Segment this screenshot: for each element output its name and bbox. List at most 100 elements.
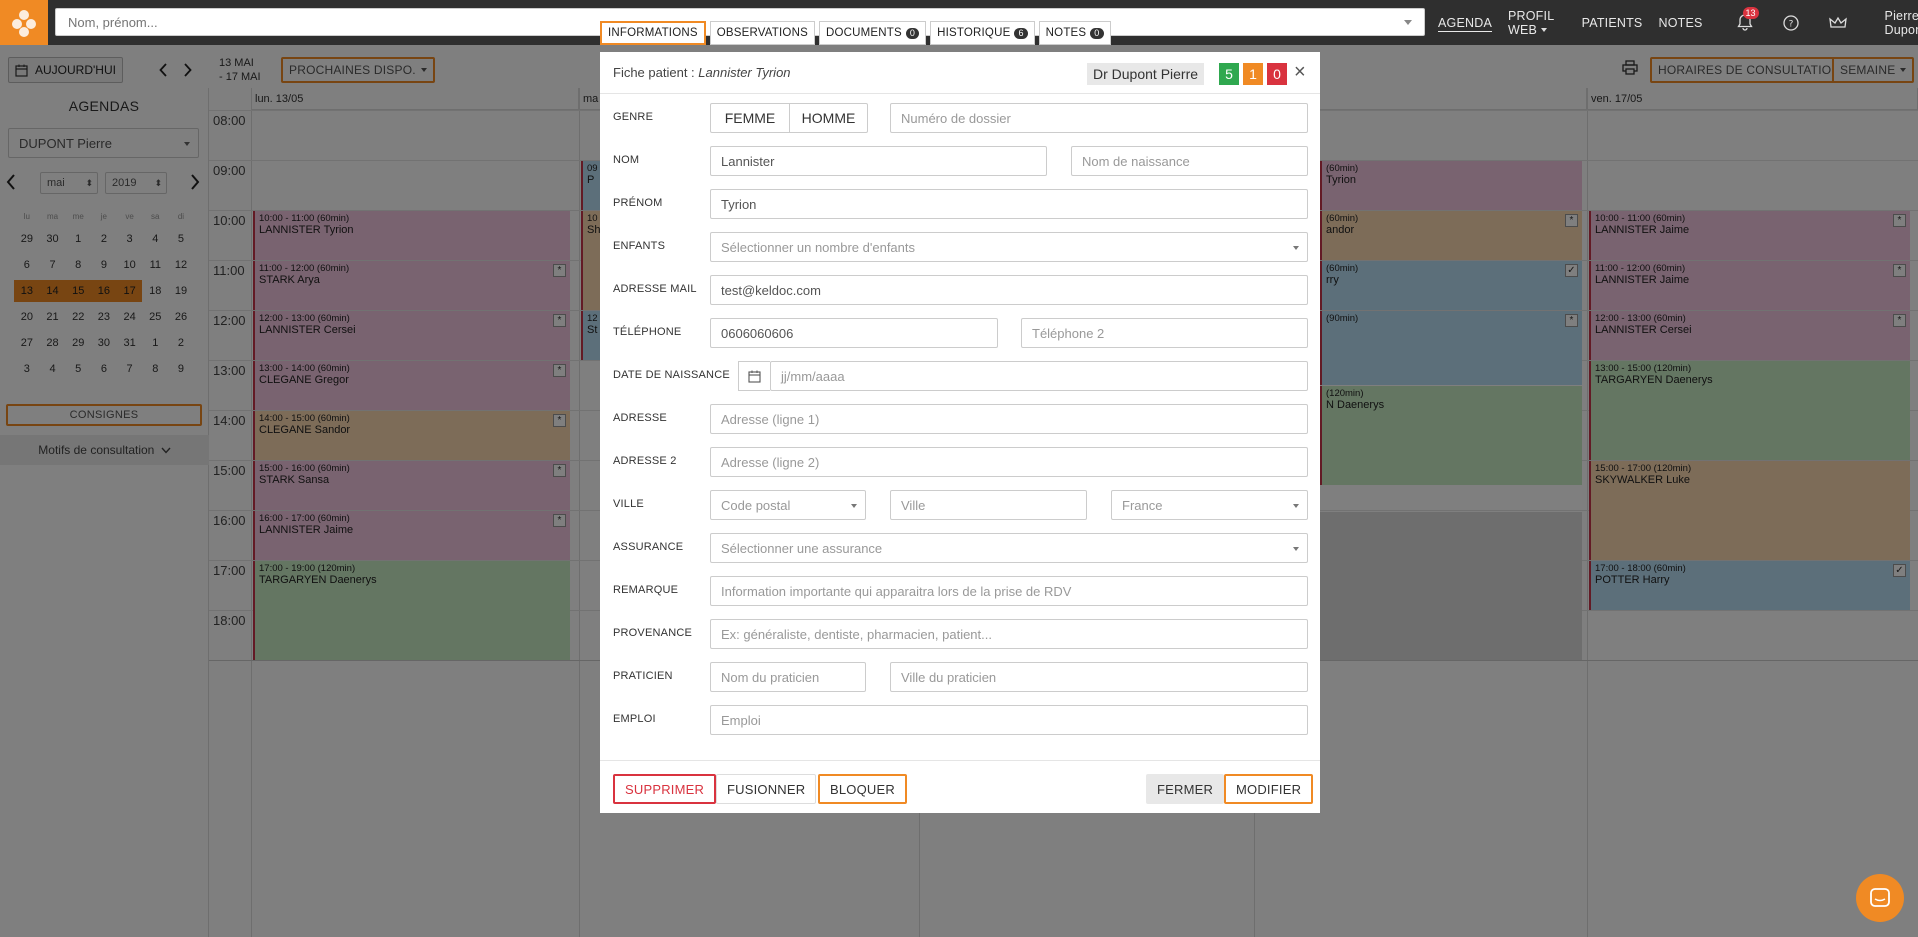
chat-icon xyxy=(1870,888,1890,907)
patient-name: Lannister Tyrion xyxy=(698,65,791,80)
label-adresse2: ADRESSE 2 xyxy=(613,455,677,467)
label-emploi: EMPLOI xyxy=(613,713,656,725)
phone2-input[interactable]: Téléphone 2 xyxy=(1021,318,1308,348)
birth-name-input[interactable]: Nom de naissance xyxy=(1071,146,1308,176)
user-menu[interactable]: Pierre Dupont xyxy=(1885,9,1918,37)
address1-input[interactable]: Adresse (ligne 1) xyxy=(710,404,1308,434)
last-name-input[interactable]: Lannister xyxy=(710,146,1047,176)
row-birthdate: DATE DE NAISSANCE jj/mm/aaaa xyxy=(600,354,1320,397)
nav-agenda[interactable]: AGENDA xyxy=(1438,16,1492,30)
row-adresse2: ADRESSE 2 Adresse (ligne 2) xyxy=(600,440,1320,483)
nav-profil-web[interactable]: PROFIL WEB xyxy=(1508,9,1566,37)
help-button[interactable]: ? xyxy=(1782,11,1799,35)
children-select[interactable]: Sélectionner un nombre d'enfants xyxy=(710,232,1308,262)
country-select[interactable]: France xyxy=(1111,490,1308,520)
notifications-button[interactable]: 13 xyxy=(1736,6,1759,35)
label-ville: VILLE xyxy=(613,498,644,510)
gender-toggle: FEMME HOMME xyxy=(710,103,868,133)
premium-button[interactable] xyxy=(1828,11,1847,35)
label-praticien: PRATICIEN xyxy=(613,670,673,682)
counter-orange: 1 xyxy=(1243,63,1263,85)
practitioner-name-input[interactable]: Nom du praticien xyxy=(710,662,866,692)
edit-button[interactable]: MODIFIER xyxy=(1224,774,1314,804)
row-email: ADRESSE MAIL test@keldoc.com xyxy=(600,268,1320,311)
crown-icon xyxy=(1828,16,1847,28)
city-input[interactable]: Ville xyxy=(890,490,1087,520)
nav-notes[interactable]: NOTES xyxy=(1658,16,1702,30)
label-prenom: PRÉNOM xyxy=(613,197,663,209)
label-telephone: TÉLÉPHONE xyxy=(613,326,682,338)
label-birthdate: DATE DE NAISSANCE xyxy=(613,369,730,381)
tab-notes[interactable]: NOTES 0 xyxy=(1038,21,1111,45)
tab-observations[interactable]: OBSERVATIONS xyxy=(709,21,815,45)
row-praticien: PRATICIEN Nom du praticien Ville du prat… xyxy=(600,655,1320,698)
datepicker-button[interactable] xyxy=(738,361,770,391)
gender-female-button[interactable]: FEMME xyxy=(711,104,790,132)
birthdate-input[interactable]: jj/mm/aaaa xyxy=(770,361,1308,391)
label-adresse: ADRESSE xyxy=(613,412,667,424)
label-nom: NOM xyxy=(613,154,640,166)
row-remarque: REMARQUE Information importante qui appa… xyxy=(600,569,1320,612)
tab-label: OBSERVATIONS xyxy=(716,27,808,39)
counter-green: 5 xyxy=(1219,63,1239,85)
label-provenance: PROVENANCE xyxy=(613,627,693,639)
postal-code-select[interactable]: Code postal xyxy=(710,490,866,520)
address2-input[interactable]: Adresse (ligne 2) xyxy=(710,447,1308,477)
label-genre: GENRE xyxy=(613,111,654,123)
modal-title-prefix: Fiche patient : xyxy=(613,65,695,80)
row-prenom: PRÉNOM Tyrion xyxy=(600,182,1320,225)
label-remarque: REMARQUE xyxy=(613,584,679,596)
tab-informations[interactable]: INFORMATIONS xyxy=(600,21,706,45)
gender-male-button[interactable]: HOMME xyxy=(790,104,867,132)
support-chat-button[interactable] xyxy=(1856,874,1904,922)
modal-title: Fiche patient : Lannister Tyrion xyxy=(613,65,791,80)
svg-text:?: ? xyxy=(1788,19,1793,29)
first-name-input[interactable]: Tyrion xyxy=(710,189,1308,219)
modal-header: Fiche patient : Lannister Tyrion Dr Dupo… xyxy=(600,52,1320,94)
tab-count-badge: 0 xyxy=(905,27,920,39)
chevron-down-icon[interactable] xyxy=(1404,20,1412,25)
calendar-icon xyxy=(748,370,761,383)
tab-documents[interactable]: DOCUMENTS 0 xyxy=(818,21,927,45)
patient-modal-tabs: INFORMATIONS OBSERVATIONS DOCUMENTS 0 HISTOR… xyxy=(600,21,1111,45)
row-assurance: ASSURANCE Sélectionner une assurance xyxy=(600,526,1320,569)
row-adresse: ADRESSE Adresse (ligne 1) xyxy=(600,397,1320,440)
tab-label: HISTORIQUE xyxy=(937,27,1011,39)
label-assurance: ASSURANCE xyxy=(613,541,684,553)
nav-patients[interactable]: PATIENTS xyxy=(1582,16,1643,30)
label-email: ADRESSE MAIL xyxy=(613,283,697,295)
row-telephone: TÉLÉPHONE 0606060606 Téléphone 2 xyxy=(600,311,1320,354)
patient-file-modal: Fiche patient : Lannister Tyrion Dr Dupo… xyxy=(600,52,1320,813)
logo-icon xyxy=(12,9,36,37)
tab-label: INFORMATIONS xyxy=(608,27,698,39)
phone-input[interactable]: 0606060606 xyxy=(710,318,998,348)
counter-red: 0 xyxy=(1267,63,1287,85)
tab-count-badge: 6 xyxy=(1014,27,1028,39)
close-icon[interactable]: × xyxy=(1294,61,1306,83)
app-logo[interactable] xyxy=(0,0,48,45)
row-ville: VILLE Code postal Ville France xyxy=(600,483,1320,526)
delete-button[interactable]: SUPPRIMER xyxy=(613,774,717,804)
merge-button[interactable]: FUSIONNER xyxy=(716,774,817,804)
provenance-input[interactable]: Ex: généraliste, dentiste, pharmacien, p… xyxy=(710,619,1308,649)
close-button[interactable]: FERMER xyxy=(1146,774,1225,804)
job-input[interactable]: Emploi xyxy=(710,705,1308,735)
tab-historique[interactable]: HISTORIQUE 6 xyxy=(930,21,1035,45)
row-enfants: ENFANTS Sélectionner un nombre d'enfants xyxy=(600,225,1320,268)
tab-count-badge: 0 xyxy=(1090,27,1104,39)
file-number-input[interactable]: Numéro de dossier xyxy=(890,103,1308,133)
row-nom: NOM Lannister Nom de naissance xyxy=(600,139,1320,182)
tab-label: NOTES xyxy=(1045,27,1087,39)
practitioner-city-input[interactable]: Ville du praticien xyxy=(890,662,1308,692)
label-enfants: ENFANTS xyxy=(613,240,666,252)
notification-count-badge: 13 xyxy=(1742,6,1759,19)
tab-label: DOCUMENTS xyxy=(825,27,902,39)
row-emploi: EMPLOI Emploi xyxy=(600,698,1320,741)
row-provenance: PROVENANCE Ex: généraliste, dentiste, ph… xyxy=(600,612,1320,655)
help-icon: ? xyxy=(1782,14,1799,31)
email-input[interactable]: test@keldoc.com xyxy=(710,275,1308,305)
block-button[interactable]: BLOQUER xyxy=(818,774,907,804)
doctor-badge: Dr Dupont Pierre xyxy=(1087,63,1205,85)
insurance-select[interactable]: Sélectionner une assurance xyxy=(710,533,1308,563)
remark-input[interactable]: Information importante qui apparaitra lo… xyxy=(710,576,1308,606)
